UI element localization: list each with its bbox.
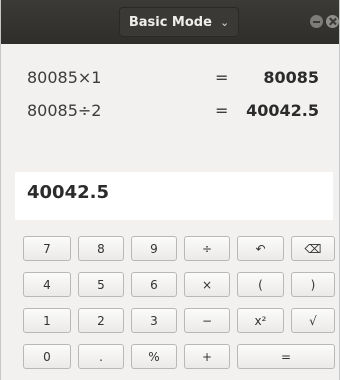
close-icon[interactable] <box>326 15 339 28</box>
add-button[interactable]: + <box>184 344 230 369</box>
history-result: 80085 <box>263 68 319 87</box>
decimal-button[interactable]: . <box>78 344 124 369</box>
digit-1-button[interactable]: 1 <box>23 308 71 333</box>
percent-button[interactable]: % <box>131 344 177 369</box>
square-button[interactable]: x² <box>237 308 284 333</box>
backspace-button[interactable]: ⌫ <box>291 236 335 261</box>
mode-menu-button[interactable]: Basic Mode ⌄ <box>119 7 239 37</box>
equals-button[interactable]: = <box>237 344 335 369</box>
square-label: x² <box>254 313 267 328</box>
subtract-button[interactable]: − <box>184 308 230 333</box>
mode-label: Basic Mode <box>128 14 212 30</box>
sqrt-button[interactable]: √ <box>291 308 335 333</box>
backspace-icon: ⌫ <box>304 241 322 256</box>
chevron-down-icon: ⌄ <box>219 15 230 29</box>
minimize-icon[interactable] <box>310 15 323 28</box>
keypad: 7 8 9 ÷ ↶ ⌫ 4 5 6 × ( ) 1 2 3 − x² √ 0 .… <box>23 236 335 372</box>
undo-icon: ↶ <box>255 241 266 256</box>
history-row[interactable]: 80085×1 = 80085 <box>1 64 339 94</box>
undo-button[interactable]: ↶ <box>237 236 284 261</box>
history-expression: 80085×1 <box>27 68 102 87</box>
history-expression: 80085÷2 <box>27 101 102 120</box>
digit-4-button[interactable]: 4 <box>23 272 71 297</box>
digit-5-button[interactable]: 5 <box>78 272 124 297</box>
multiply-button[interactable]: × <box>184 272 230 297</box>
calculator-window: Basic Mode ⌄ 80085×1 = 80085 80085÷2 = 4… <box>0 0 340 380</box>
digit-7-button[interactable]: 7 <box>23 236 71 261</box>
digit-3-button[interactable]: 3 <box>131 308 177 333</box>
input-display[interactable]: 40042.5 <box>15 172 333 220</box>
divide-button[interactable]: ÷ <box>184 236 230 261</box>
history-equals: = <box>215 101 229 120</box>
open-paren-button[interactable]: ( <box>237 272 284 297</box>
history-result: 40042.5 <box>246 101 319 120</box>
digit-6-button[interactable]: 6 <box>131 272 177 297</box>
digit-0-button[interactable]: 0 <box>23 344 71 369</box>
input-value: 40042.5 <box>27 182 109 203</box>
history-row[interactable]: 80085÷2 = 40042.5 <box>1 97 339 127</box>
digit-2-button[interactable]: 2 <box>78 308 124 333</box>
digit-9-button[interactable]: 9 <box>131 236 177 261</box>
title-bar: Basic Mode ⌄ <box>1 0 339 44</box>
history-equals: = <box>215 68 229 87</box>
digit-8-button[interactable]: 8 <box>78 236 124 261</box>
close-paren-button[interactable]: ) <box>291 272 335 297</box>
